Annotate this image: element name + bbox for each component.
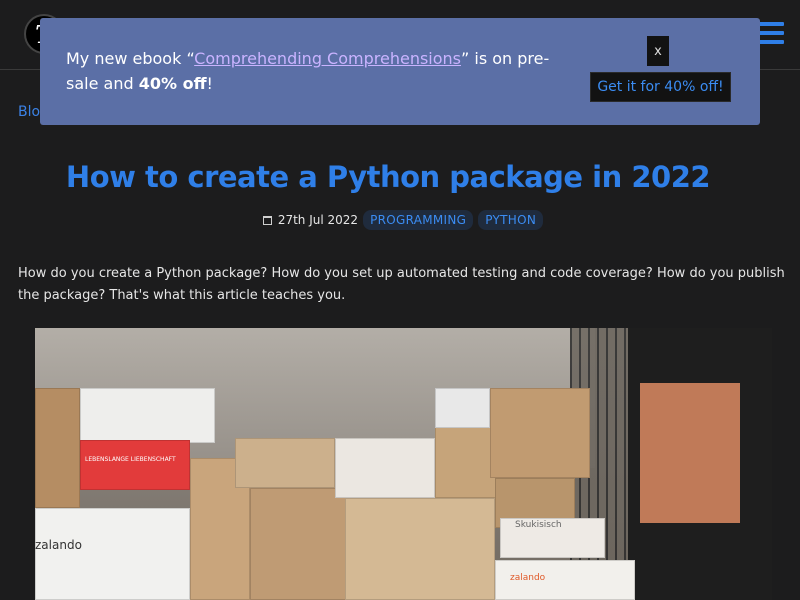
promo-cta-button[interactable]: Get it for 40% off! — [590, 72, 731, 102]
hero-window — [628, 328, 772, 600]
hero-window-pane — [640, 383, 740, 523]
promo-close-button[interactable]: x — [647, 36, 669, 66]
box: zalando — [510, 573, 546, 583]
box — [35, 508, 190, 600]
menu-bar — [758, 40, 784, 44]
promo-banner: My new ebook “Comprehending Comprehensio… — [40, 18, 760, 125]
article-date: 27th Jul 2022 — [277, 213, 359, 227]
box: Skukisisch — [515, 520, 562, 530]
box: zalando — [35, 538, 82, 552]
menu-bar — [758, 31, 784, 35]
promo-text: My new ebook “Comprehending Comprehensio… — [66, 46, 566, 96]
box — [35, 388, 80, 508]
date-wrapper: 27th Jul 2022 — [262, 213, 359, 227]
hero-image: LEBENSLANGE LIEBENSCHAFT zalando Skukisi… — [35, 328, 772, 600]
hamburger-menu-icon[interactable] — [758, 22, 784, 44]
tag-programming[interactable]: PROGRAMMING — [363, 210, 474, 230]
menu-bar — [758, 22, 784, 26]
promo-text-before: My new ebook “ — [66, 49, 195, 68]
box — [80, 388, 215, 443]
box — [80, 440, 190, 490]
article-title: How to create a Python package in 2022 — [65, 160, 711, 194]
box: LEBENSLANGE LIEBENSCHAFT — [85, 456, 176, 463]
calendar-icon — [262, 215, 272, 225]
article-meta: 27th Jul 2022 PROGRAMMING PYTHON — [0, 210, 800, 230]
box — [345, 498, 495, 600]
article-intro: How do you create a Python package? How … — [18, 266, 785, 303]
ebook-link[interactable]: Comprehending Comprehensions — [194, 49, 461, 68]
box — [250, 488, 360, 600]
box — [490, 388, 590, 478]
promo-discount: 40% off — [138, 74, 207, 93]
box — [335, 438, 435, 498]
box — [435, 388, 490, 428]
promo-text-end: ! — [206, 74, 213, 93]
box — [235, 438, 335, 488]
tag-python[interactable]: PYTHON — [478, 210, 544, 230]
